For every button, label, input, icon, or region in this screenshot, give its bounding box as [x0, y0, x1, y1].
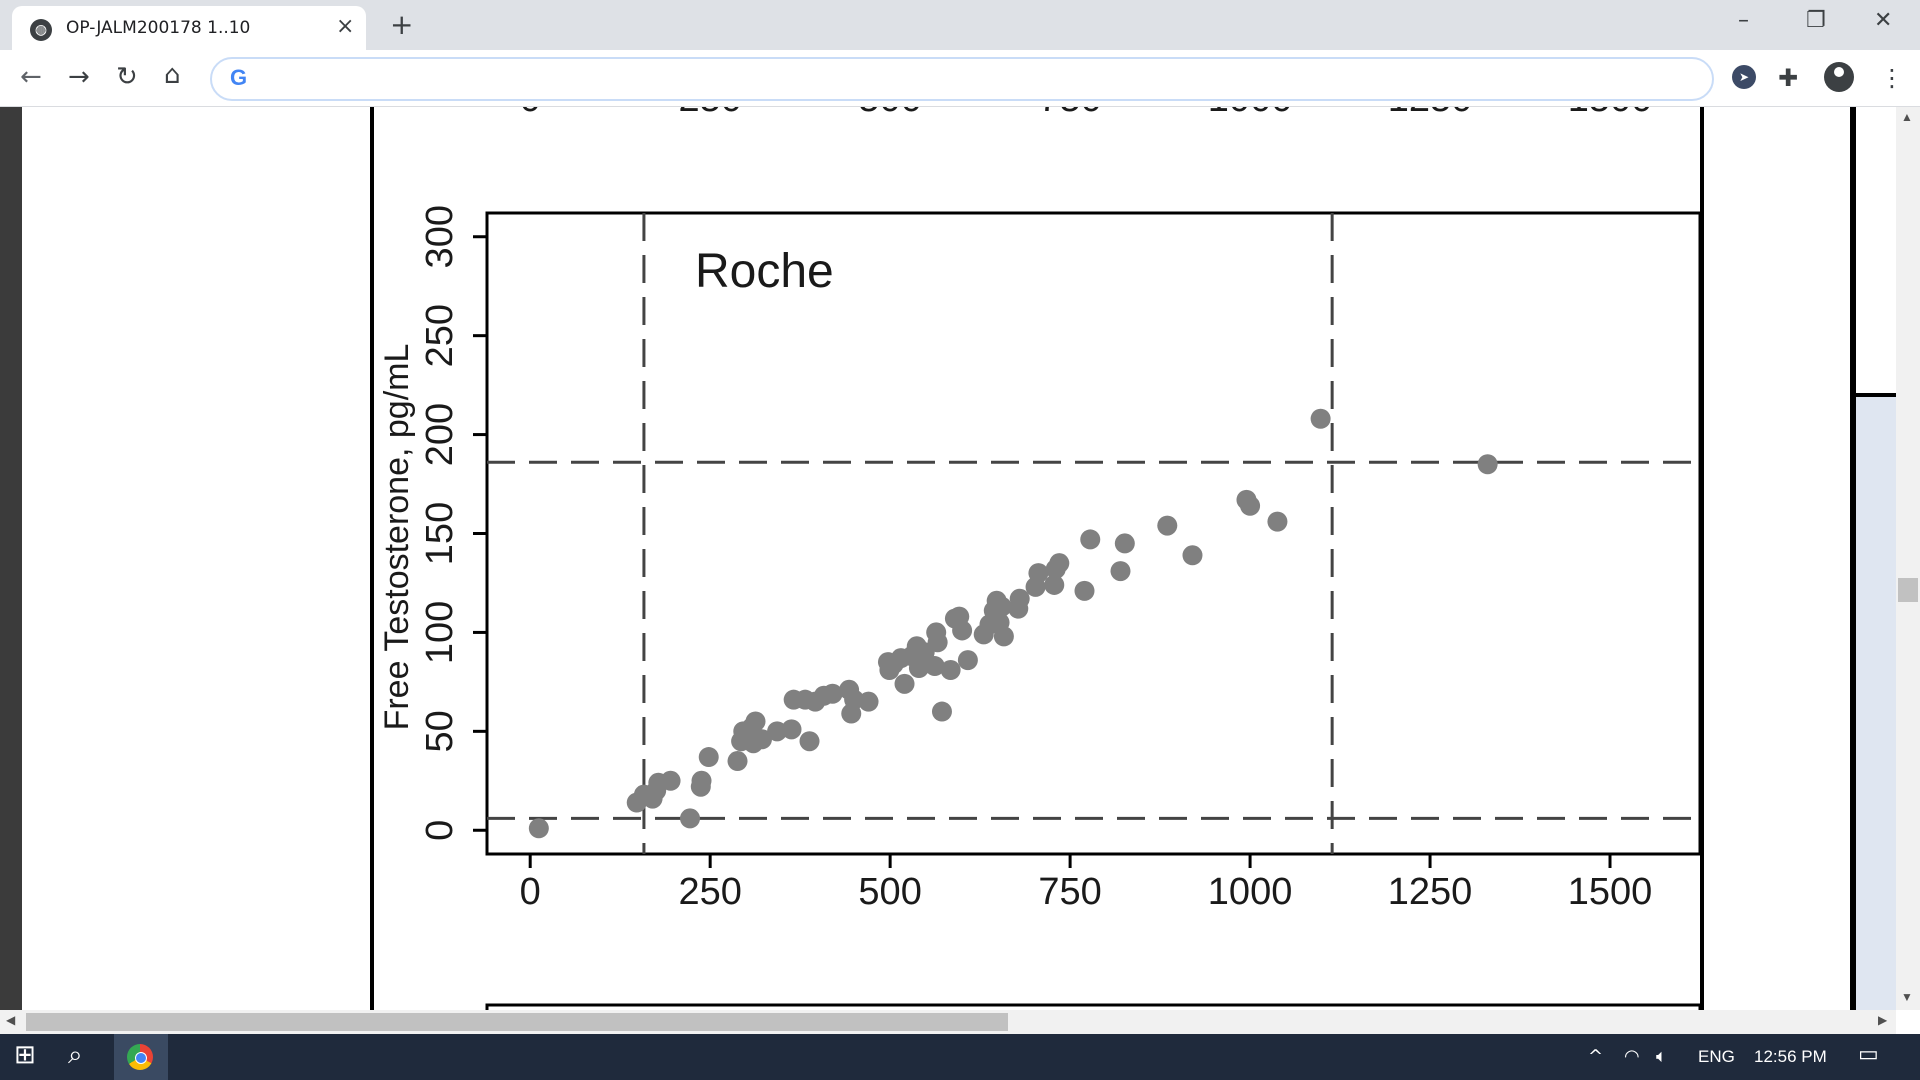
x-tick-label: 1250 — [1388, 871, 1473, 913]
data-point — [698, 747, 719, 768]
data-point — [1074, 580, 1095, 601]
data-point — [1240, 495, 1261, 516]
data-point — [927, 632, 948, 653]
forward-button[interactable]: → — [68, 62, 90, 92]
x-tick-label: 250 — [678, 871, 741, 913]
data-point — [528, 818, 549, 839]
restore-button[interactable]: ❐ — [1806, 8, 1826, 33]
globe-icon: ◍ — [30, 19, 52, 41]
language-indicator[interactable]: ENG — [1698, 1047, 1735, 1067]
y-tick-label: 50 — [419, 710, 461, 752]
search-icon[interactable]: ⌕ — [68, 1040, 83, 1071]
vertical-scrollbar[interactable] — [1896, 107, 1920, 1010]
data-point — [1182, 545, 1203, 566]
data-point — [1267, 511, 1288, 532]
data-point — [1049, 553, 1070, 574]
prev-plot-x-tick-label: 1500 — [1568, 107, 1653, 120]
wifi-icon[interactable]: ◠ — [1624, 1046, 1640, 1067]
y-tick-label: 0 — [419, 820, 461, 841]
minimize-button[interactable]: – — [1738, 8, 1749, 33]
browser-menu-icon[interactable]: ⋮ — [1880, 64, 1904, 92]
next-page-edge — [1850, 107, 1856, 1010]
page-frame-left — [370, 107, 374, 1010]
close-window-button[interactable]: ✕ — [1874, 8, 1892, 33]
tab-close-icon[interactable]: × — [336, 14, 354, 39]
y-tick-label: 300 — [419, 205, 461, 268]
x-axis: 0 250 500 750 1000 1250 1500 0 250 500 750 1000 1250… — [520, 107, 1653, 913]
data-point — [799, 731, 820, 752]
y-tick-label: 250 — [419, 304, 461, 367]
data-points — [528, 408, 1498, 839]
data-point — [1110, 561, 1131, 582]
data-point — [1477, 454, 1498, 475]
data-point — [660, 770, 681, 791]
data-point — [781, 719, 802, 740]
prev-plot-x-tick-label: 1000 — [1208, 107, 1293, 120]
data-point — [745, 711, 766, 732]
data-point — [952, 620, 973, 641]
prev-plot-x-tick-label: 750 — [1038, 107, 1101, 120]
y-axis: 0 50 100 150 200 250 300 — [419, 205, 487, 841]
data-point — [1157, 515, 1178, 536]
next-page-fill — [1856, 393, 1896, 1010]
data-point — [1009, 588, 1030, 609]
scroll-down-arrow-icon[interactable]: ▼ — [1901, 990, 1913, 1004]
data-point — [680, 808, 701, 829]
profile-avatar-icon[interactable] — [1824, 62, 1854, 92]
scroll-right-arrow-icon[interactable]: ▶ — [1878, 1013, 1887, 1027]
scatter-chart: 0250500750100012501500025050075010001250… — [370, 107, 1896, 1010]
vertical-scroll-thumb[interactable] — [1898, 578, 1918, 602]
y-tick-label: 100 — [419, 601, 461, 664]
extensions-puzzle-icon[interactable]: ✚ — [1778, 64, 1798, 92]
data-point — [940, 660, 961, 681]
google-icon: G — [230, 65, 248, 90]
x-tick-label: 500 — [858, 871, 921, 913]
data-point — [894, 673, 915, 694]
y-tick-label: 200 — [419, 403, 461, 466]
address-bar[interactable]: G — [210, 57, 1714, 101]
cursor-extension-icon[interactable]: ➤ — [1732, 65, 1756, 89]
data-point — [858, 691, 879, 712]
x-tick-label: 750 — [1038, 871, 1101, 913]
scroll-left-arrow-icon[interactable]: ◀ — [6, 1013, 15, 1027]
data-point — [822, 683, 843, 704]
scroll-up-arrow-icon[interactable]: ▲ — [1901, 110, 1913, 124]
browser-tab[interactable]: ◍ OP-JALM200178 1..10 × — [12, 6, 366, 50]
chart-annotation: Roche — [695, 245, 834, 298]
home-button[interactable]: ⌂ — [164, 60, 181, 90]
horizontal-scroll-thumb[interactable] — [26, 1013, 1008, 1031]
clock[interactable]: 12:56 PM — [1754, 1047, 1827, 1067]
prev-plot-x-tick-label: 250 — [678, 107, 741, 120]
data-point — [1310, 408, 1331, 429]
y-tick-label: 150 — [419, 502, 461, 565]
data-point — [727, 751, 748, 772]
data-point — [993, 626, 1014, 647]
data-point — [931, 701, 952, 722]
new-tab-button[interactable]: + — [390, 8, 413, 41]
x-tick-label: 1500 — [1568, 871, 1653, 913]
y-axis-label: Free Testosterone, pg/mL — [378, 344, 416, 731]
prev-plot-x-tick-label: 500 — [858, 107, 921, 120]
data-point — [691, 770, 712, 791]
back-button[interactable]: ← — [20, 62, 42, 92]
start-windows-icon[interactable]: ⊞ — [14, 1040, 36, 1070]
show-hidden-icons-chevron-icon[interactable]: ^ — [1588, 1046, 1603, 1067]
prev-plot-x-tick-label: 1250 — [1388, 107, 1473, 120]
data-point — [1080, 529, 1101, 550]
next-page-top-line — [1850, 393, 1896, 397]
chrome-icon — [127, 1044, 153, 1070]
tab-title: OP-JALM200178 1..10 — [66, 18, 251, 38]
x-tick-label: 1000 — [1208, 871, 1293, 913]
notifications-icon[interactable]: ▭ — [1858, 1042, 1879, 1067]
reload-button[interactable]: ↻ — [116, 62, 138, 92]
data-point — [957, 650, 978, 671]
x-tick-label: 0 — [520, 871, 541, 913]
volume-icon[interactable]: 🔈︎ — [1656, 1046, 1667, 1067]
data-point — [1028, 563, 1049, 584]
prev-plot-x-tick-label: 0 — [520, 107, 541, 120]
data-point — [1114, 533, 1135, 554]
